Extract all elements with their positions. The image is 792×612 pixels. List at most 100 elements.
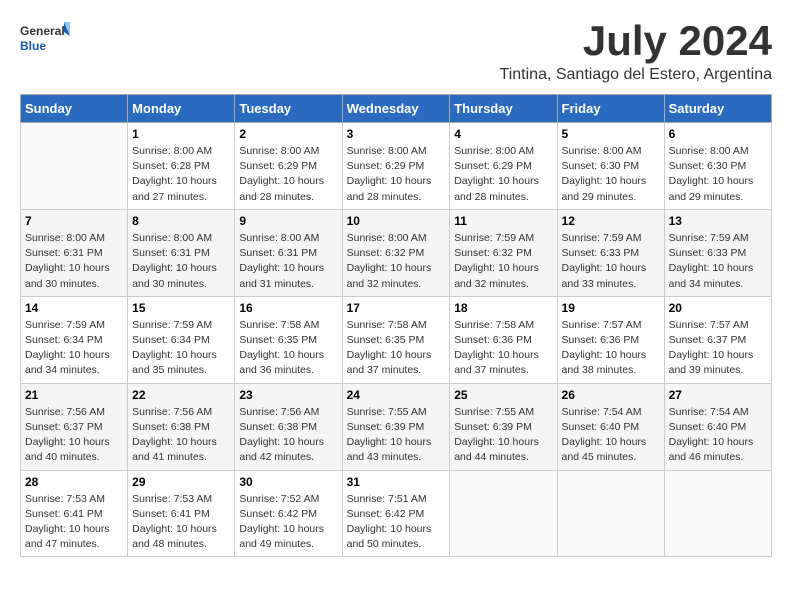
- calendar-cell: 27 Sunrise: 7:54 AM Sunset: 6:40 PM Dayli…: [664, 383, 771, 470]
- day-info: Sunrise: 8:00 AM Sunset: 6:32 PM Dayligh…: [347, 231, 446, 292]
- calendar-cell: 28Sunrise: 7:53 AM Sunset: 6:41 PM Dayli…: [21, 470, 128, 557]
- day-info: Sunrise: 7:58 AM Sunset: 6:35 PM Dayligh…: [239, 318, 337, 379]
- day-info: Sunrise: 8:00 AM Sunset: 6:31 PM Dayligh…: [239, 231, 337, 292]
- day-info: Sunrise: 8:00 AM Sunset: 6:28 PM Dayligh…: [132, 144, 230, 205]
- calendar-cell: 14 Sunrise: 7:59 AM Sunset: 6:34 PM Dayli…: [21, 296, 128, 383]
- calendar-cell: 3 Sunrise: 8:00 AM Sunset: 6:29 PM Daylig…: [342, 123, 450, 210]
- calendar-cell: 2 Sunrise: 8:00 AM Sunset: 6:29 PM Daylig…: [235, 123, 342, 210]
- day-number: 27: [669, 388, 767, 402]
- calendar-header-row: SundayMondayTuesdayWednesdayThursdayFrid…: [21, 95, 772, 123]
- month-title: July 2024: [500, 20, 772, 62]
- calendar-cell: 22Sunrise: 7:56 AM Sunset: 6:38 PM Dayli…: [128, 383, 235, 470]
- calendar-cell: 12Sunrise: 7:59 AM Sunset: 6:33 PM Dayli…: [557, 209, 664, 296]
- calendar-cell: [557, 470, 664, 557]
- day-header-friday: Friday: [557, 95, 664, 123]
- calendar-cell: 5 Sunrise: 8:00 AM Sunset: 6:30 PM Daylig…: [557, 123, 664, 210]
- day-number: 10: [347, 214, 446, 228]
- day-number: 9: [239, 214, 337, 228]
- day-number: 31: [347, 475, 446, 489]
- calendar-cell: 10 Sunrise: 8:00 AM Sunset: 6:32 PM Dayli…: [342, 209, 450, 296]
- day-number: 16: [239, 301, 337, 315]
- day-info: Sunrise: 7:53 AM Sunset: 6:41 PM Dayligh…: [132, 492, 230, 553]
- day-info: Sunrise: 7:59 AM Sunset: 6:34 PM Dayligh…: [25, 318, 123, 379]
- day-number: 18: [454, 301, 552, 315]
- day-number: 15: [132, 301, 230, 315]
- day-info: Sunrise: 7:56 AM Sunset: 6:38 PM Dayligh…: [239, 405, 337, 466]
- day-number: 17: [347, 301, 446, 315]
- calendar-week-row: 7Sunrise: 8:00 AM Sunset: 6:31 PM Daylig…: [21, 209, 772, 296]
- calendar-week-row: 28 Sunrise: 7:53 AM Sunset: 6:41 PM Dayli…: [21, 470, 772, 557]
- day-header-sunday: Sunday: [21, 95, 128, 123]
- day-number: 14: [25, 301, 123, 315]
- calendar-cell: 31 Sunrise: 7:51 AM Sunset: 6:42 PM Dayli…: [342, 470, 450, 557]
- calendar-cell: 4 Sunrise: 8:00 AM Sunset: 6:29 PM Daylig…: [450, 123, 557, 210]
- page-header: General Blue July 2024 Tintina, Santiago…: [20, 20, 772, 84]
- calendar-cell: 16 Sunrise: 7:58 AM Sunset: 6:35 PM Dayli…: [235, 296, 342, 383]
- day-number: 5: [562, 127, 660, 141]
- title-block: July 2024 Tintina, Santiago del Estero, …: [500, 20, 772, 84]
- day-number: 4: [454, 127, 552, 141]
- day-number: 25: [454, 388, 552, 402]
- day-number: 23: [239, 388, 337, 402]
- day-header-tuesday: Tuesday: [235, 95, 342, 123]
- day-info: Sunrise: 7:58 AM Sunset: 6:36 PM Dayligh…: [454, 318, 552, 379]
- day-number: 26: [562, 388, 660, 402]
- calendar-cell: [450, 470, 557, 557]
- calendar-cell: 15 Sunrise: 7:59 AM Sunset: 6:34 PM Dayli…: [128, 296, 235, 383]
- day-info: Sunrise: 7:54 AM Sunset: 6:40 PM Dayligh…: [562, 405, 660, 466]
- calendar-cell: 30 Sunrise: 7:52 AM Sunset: 6:42 PM Dayli…: [235, 470, 342, 557]
- day-info: Sunrise: 8:00 AM Sunset: 6:31 PM Dayligh…: [25, 231, 123, 292]
- day-number: 22: [132, 388, 230, 402]
- calendar-cell: 17Sunrise: 7:58 AM Sunset: 6:35 PM Dayli…: [342, 296, 450, 383]
- logo-svg: General Blue: [20, 20, 70, 56]
- calendar-table: SundayMondayTuesdayWednesdayThursdayFrid…: [20, 94, 772, 557]
- calendar-cell: 23 Sunrise: 7:56 AM Sunset: 6:38 PM Dayli…: [235, 383, 342, 470]
- day-info: Sunrise: 7:51 AM Sunset: 6:42 PM Dayligh…: [347, 492, 446, 553]
- day-number: 3: [347, 127, 446, 141]
- day-number: 29: [132, 475, 230, 489]
- day-info: Sunrise: 7:59 AM Sunset: 6:33 PM Dayligh…: [669, 231, 767, 292]
- day-number: 20: [669, 301, 767, 315]
- day-info: Sunrise: 8:00 AM Sunset: 6:29 PM Dayligh…: [454, 144, 552, 205]
- calendar-cell: [21, 123, 128, 210]
- svg-text:General: General: [20, 24, 65, 38]
- day-info: Sunrise: 7:55 AM Sunset: 6:39 PM Dayligh…: [454, 405, 552, 466]
- day-info: Sunrise: 8:00 AM Sunset: 6:31 PM Dayligh…: [132, 231, 230, 292]
- day-number: 24: [347, 388, 446, 402]
- day-number: 6: [669, 127, 767, 141]
- calendar-cell: 29 Sunrise: 7:53 AM Sunset: 6:41 PM Dayli…: [128, 470, 235, 557]
- day-number: 11: [454, 214, 552, 228]
- calendar-cell: 1 Sunrise: 8:00 AM Sunset: 6:28 PM Daylig…: [128, 123, 235, 210]
- day-header-monday: Monday: [128, 95, 235, 123]
- calendar-cell: [664, 470, 771, 557]
- day-info: Sunrise: 7:59 AM Sunset: 6:32 PM Dayligh…: [454, 231, 552, 292]
- day-info: Sunrise: 8:00 AM Sunset: 6:29 PM Dayligh…: [239, 144, 337, 205]
- day-header-saturday: Saturday: [664, 95, 771, 123]
- day-number: 30: [239, 475, 337, 489]
- calendar-cell: 20 Sunrise: 7:57 AM Sunset: 6:37 PM Dayli…: [664, 296, 771, 383]
- day-number: 2: [239, 127, 337, 141]
- day-number: 12: [562, 214, 660, 228]
- day-header-wednesday: Wednesday: [342, 95, 450, 123]
- day-info: Sunrise: 7:59 AM Sunset: 6:34 PM Dayligh…: [132, 318, 230, 379]
- day-info: Sunrise: 7:54 AM Sunset: 6:40 PM Dayligh…: [669, 405, 767, 466]
- calendar-week-row: 21 Sunrise: 7:56 AM Sunset: 6:37 PM Dayli…: [21, 383, 772, 470]
- day-number: 28: [25, 475, 123, 489]
- day-number: 21: [25, 388, 123, 402]
- svg-text:Blue: Blue: [20, 39, 46, 53]
- calendar-cell: 8Sunrise: 8:00 AM Sunset: 6:31 PM Daylig…: [128, 209, 235, 296]
- day-info: Sunrise: 8:00 AM Sunset: 6:29 PM Dayligh…: [347, 144, 446, 205]
- calendar-cell: 19Sunrise: 7:57 AM Sunset: 6:36 PM Dayli…: [557, 296, 664, 383]
- calendar-cell: 11 Sunrise: 7:59 AM Sunset: 6:32 PM Dayli…: [450, 209, 557, 296]
- day-info: Sunrise: 7:56 AM Sunset: 6:37 PM Dayligh…: [25, 405, 123, 466]
- day-info: Sunrise: 7:55 AM Sunset: 6:39 PM Dayligh…: [347, 405, 446, 466]
- calendar-cell: 7Sunrise: 8:00 AM Sunset: 6:31 PM Daylig…: [21, 209, 128, 296]
- day-number: 1: [132, 127, 230, 141]
- location-title: Tintina, Santiago del Estero, Argentina: [500, 66, 772, 84]
- day-info: Sunrise: 7:57 AM Sunset: 6:37 PM Dayligh…: [669, 318, 767, 379]
- day-info: Sunrise: 8:00 AM Sunset: 6:30 PM Dayligh…: [562, 144, 660, 205]
- day-info: Sunrise: 7:52 AM Sunset: 6:42 PM Dayligh…: [239, 492, 337, 553]
- calendar-cell: 6 Sunrise: 8:00 AM Sunset: 6:30 PM Daylig…: [664, 123, 771, 210]
- day-number: 13: [669, 214, 767, 228]
- day-info: Sunrise: 8:00 AM Sunset: 6:30 PM Dayligh…: [669, 144, 767, 205]
